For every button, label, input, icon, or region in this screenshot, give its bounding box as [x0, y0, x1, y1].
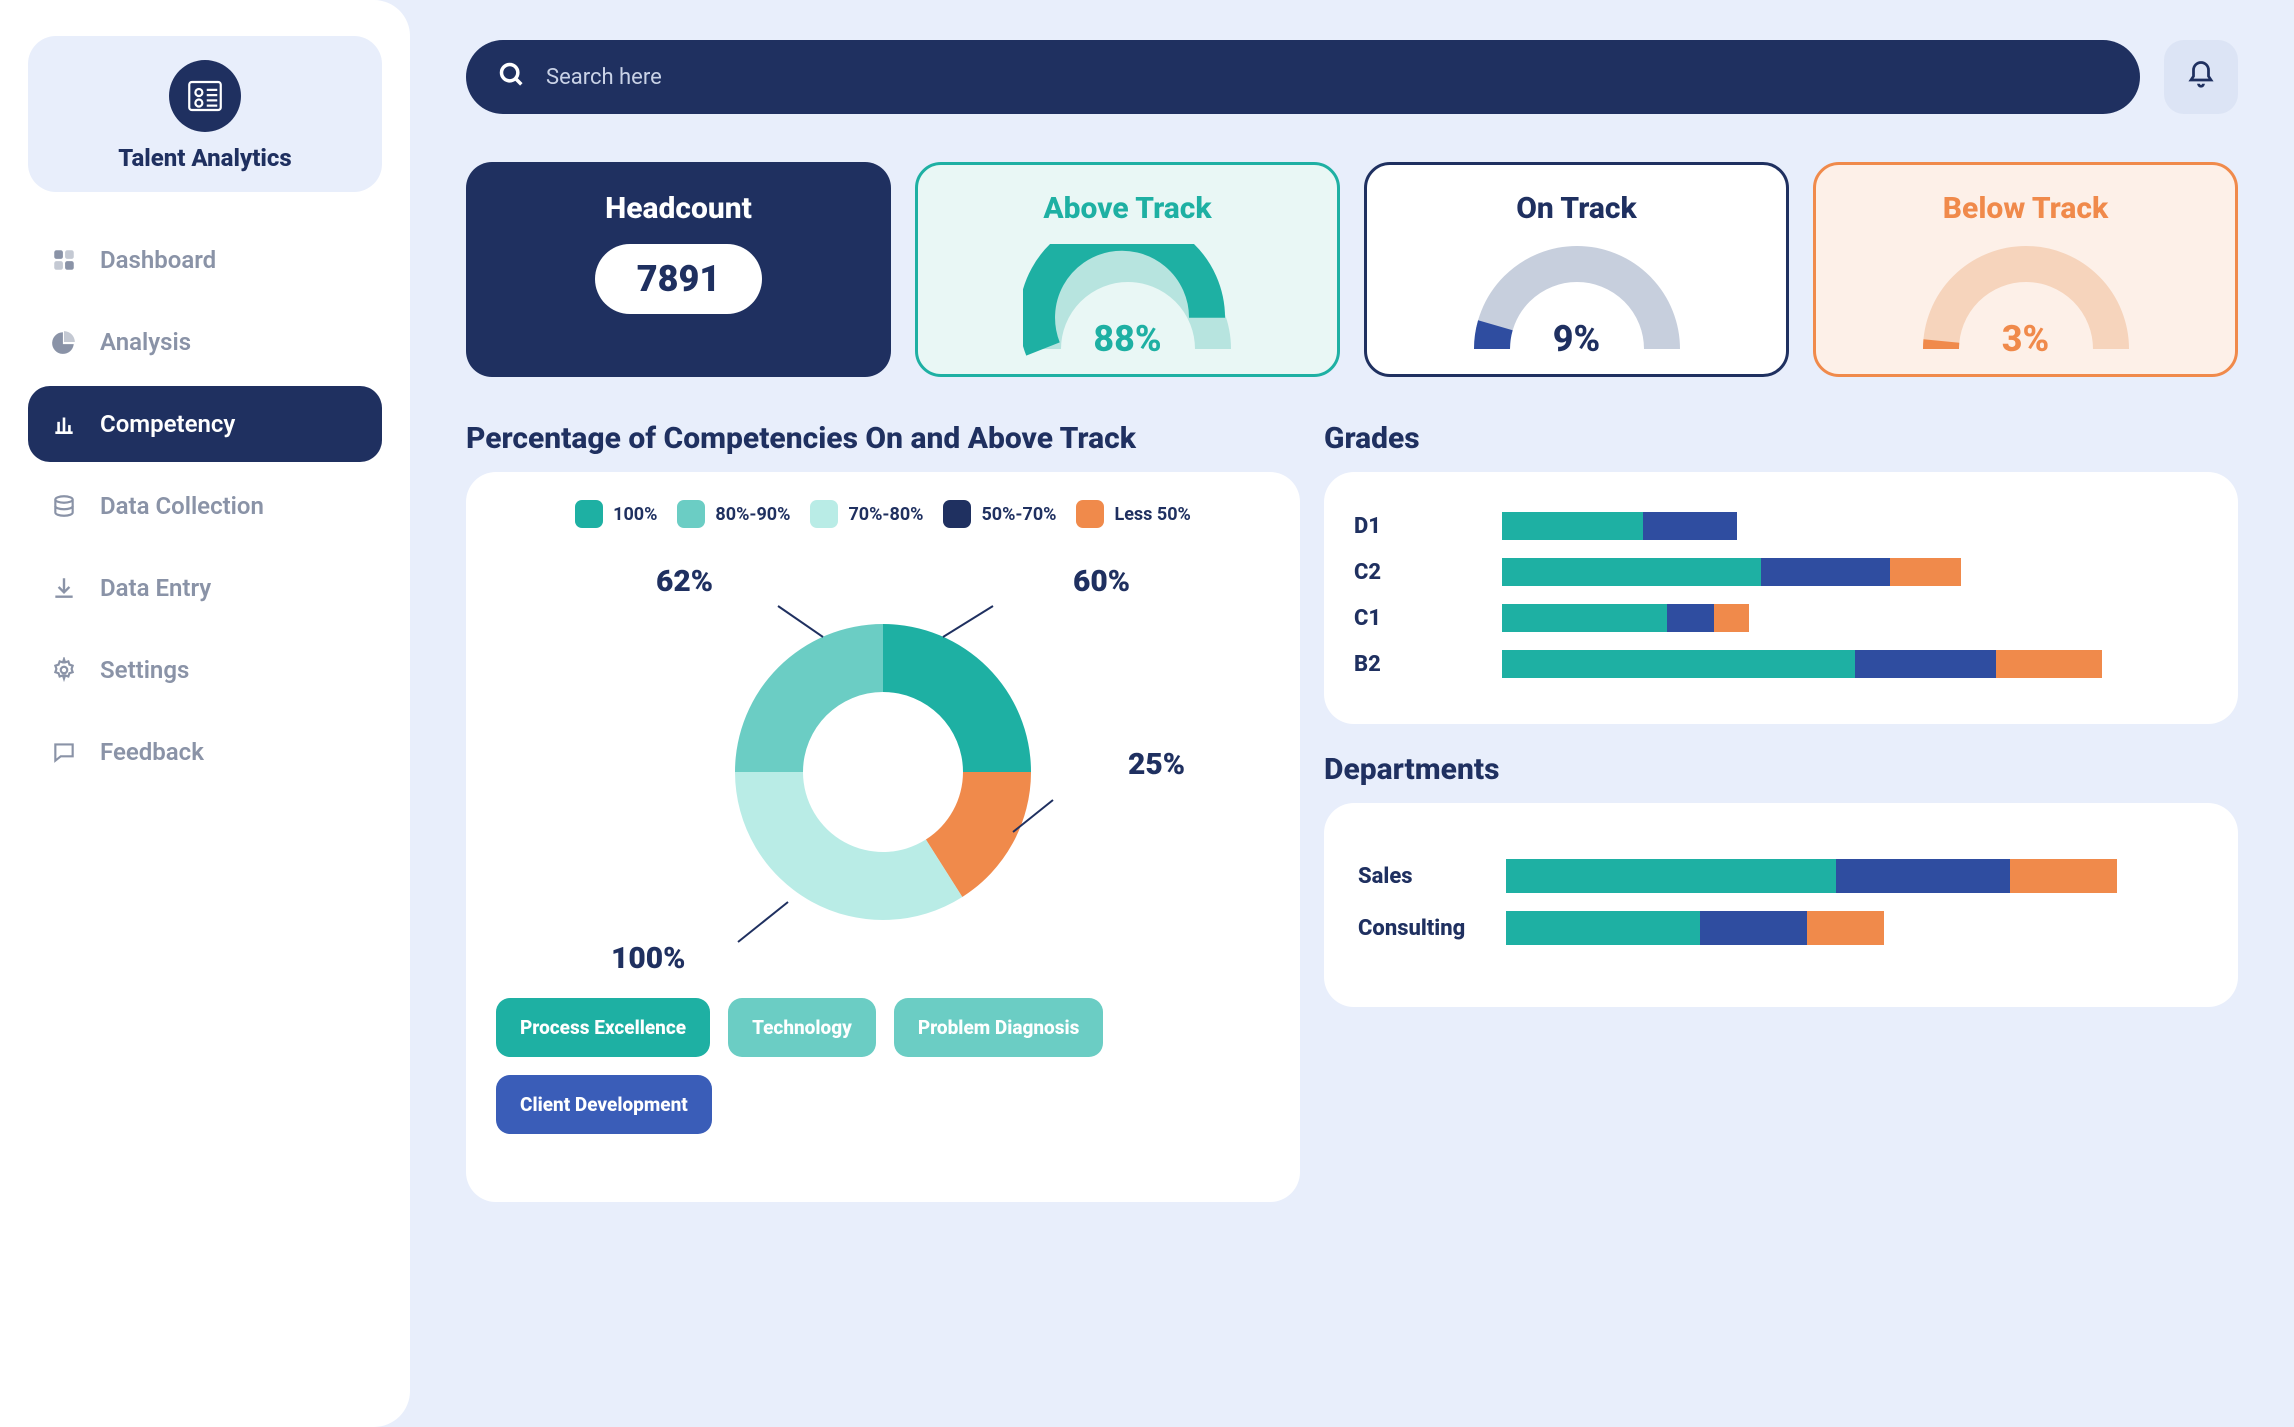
sidebar-item-dashboard[interactable]: Dashboard: [28, 222, 382, 298]
kpi-on-value: 9%: [1472, 318, 1682, 360]
bar-label: D1: [1354, 514, 1484, 539]
piechart-icon: [50, 328, 78, 356]
sidebar: Talent Analytics Dashboard Analysis Compet…: [0, 0, 410, 1427]
kpi-below-value: 3%: [1921, 318, 2131, 360]
bar-row: B2: [1354, 650, 2208, 678]
top-bar: [466, 40, 2238, 114]
brand-icon: [169, 60, 241, 132]
bell-icon: [2186, 60, 2216, 94]
donut-legend: 100% 80%-90% 70%-80% 50%-70% Less 50%: [496, 500, 1270, 528]
brand: Talent Analytics: [28, 36, 382, 192]
legend-item: Less 50%: [1076, 500, 1190, 528]
kpi-below-track: Below Track 3%: [1813, 162, 2238, 377]
sidebar-item-analysis[interactable]: Analysis: [28, 304, 382, 380]
donut-label-60: 60%: [1073, 564, 1130, 599]
legend-item: 70%-80%: [810, 500, 923, 528]
sidebar-item-label: Data Collection: [100, 492, 264, 520]
nav: Dashboard Analysis Competency Data Collecti…: [28, 222, 382, 790]
chat-icon: [50, 738, 78, 766]
bar-row: C2: [1354, 558, 2208, 586]
kpi-below-title: Below Track: [1836, 191, 2215, 226]
section-title-grades: Grades: [1324, 421, 1420, 456]
sidebar-item-data-entry[interactable]: Data Entry: [28, 550, 382, 626]
notifications-button[interactable]: [2164, 40, 2238, 114]
kpi-above-track: Above Track 88%: [915, 162, 1340, 377]
legend-item: 50%-70%: [943, 500, 1056, 528]
sidebar-item-competency[interactable]: Competency: [28, 386, 382, 462]
pill-technology[interactable]: Technology: [728, 998, 876, 1057]
kpi-on-title: On Track: [1387, 191, 1766, 226]
bar-label: C2: [1354, 560, 1484, 585]
grades-chart: D1 C2 C1 B2: [1354, 512, 2208, 678]
sidebar-item-label: Dashboard: [100, 246, 216, 274]
search-icon: [498, 61, 526, 93]
download-icon: [50, 574, 78, 602]
donut-label-100: 100%: [611, 941, 685, 976]
bar-row: D1: [1354, 512, 2208, 540]
sidebar-item-settings[interactable]: Settings: [28, 632, 382, 708]
sidebar-item-feedback[interactable]: Feedback: [28, 714, 382, 790]
bar-label: C1: [1354, 606, 1484, 631]
search-input[interactable]: [546, 65, 2108, 90]
section-title-departments: Departments: [1324, 752, 2238, 787]
donut-label-25: 25%: [1128, 747, 1185, 782]
departments-chart: Sales Consulting: [1358, 859, 2204, 945]
pill-client-development[interactable]: Client Development: [496, 1075, 712, 1134]
kpi-on-track: On Track 9%: [1364, 162, 1789, 377]
gear-icon: [50, 656, 78, 684]
bar-row: Sales: [1358, 859, 2204, 893]
sidebar-item-label: Data Entry: [100, 574, 211, 602]
barchart-icon: [50, 410, 78, 438]
kpi-headcount: Headcount 7891: [466, 162, 891, 377]
main: Headcount 7891 Above Track 88% On Track …: [410, 0, 2294, 1427]
bar-label: B2: [1354, 652, 1484, 677]
sidebar-item-label: Analysis: [100, 328, 191, 356]
legend-item: 80%-90%: [677, 500, 790, 528]
bar-label: Sales: [1358, 864, 1488, 889]
sidebar-item-label: Competency: [100, 410, 235, 438]
sidebar-item-label: Feedback: [100, 738, 204, 766]
database-icon: [50, 492, 78, 520]
brand-title: Talent Analytics: [40, 144, 370, 172]
kpi-above-title: Above Track: [938, 191, 1317, 226]
pill-problem-diagnosis[interactable]: Problem Diagnosis: [894, 998, 1104, 1057]
bar-label: Consulting: [1358, 916, 1488, 941]
kpi-headcount-value: 7891: [595, 244, 762, 314]
donut-label-62: 62%: [656, 564, 713, 599]
legend-item: 100%: [575, 500, 657, 528]
card-grades: D1 C2 C1 B2: [1324, 472, 2238, 724]
card-departments: Sales Consulting: [1324, 803, 2238, 1007]
bar-row: Consulting: [1358, 911, 2204, 945]
dashboard-icon: [50, 246, 78, 274]
search-bar[interactable]: [466, 40, 2140, 114]
card-competencies: 100% 80%-90% 70%-80% 50%-70% Less 50% 62% 60…: [466, 472, 1300, 1202]
sidebar-item-data-collection[interactable]: Data Collection: [28, 468, 382, 544]
bar-row: C1: [1354, 604, 2208, 632]
kpi-row: Headcount 7891 Above Track 88% On Track …: [466, 162, 2238, 377]
competency-pills: Process Excellence Technology Problem Diag…: [496, 998, 1270, 1134]
sidebar-item-label: Settings: [100, 656, 189, 684]
kpi-headcount-title: Headcount: [489, 191, 868, 226]
kpi-above-value: 88%: [1023, 318, 1233, 360]
pill-process-excellence[interactable]: Process Excellence: [496, 998, 710, 1057]
donut-chart: 62% 60% 25% 100%: [496, 552, 1270, 992]
